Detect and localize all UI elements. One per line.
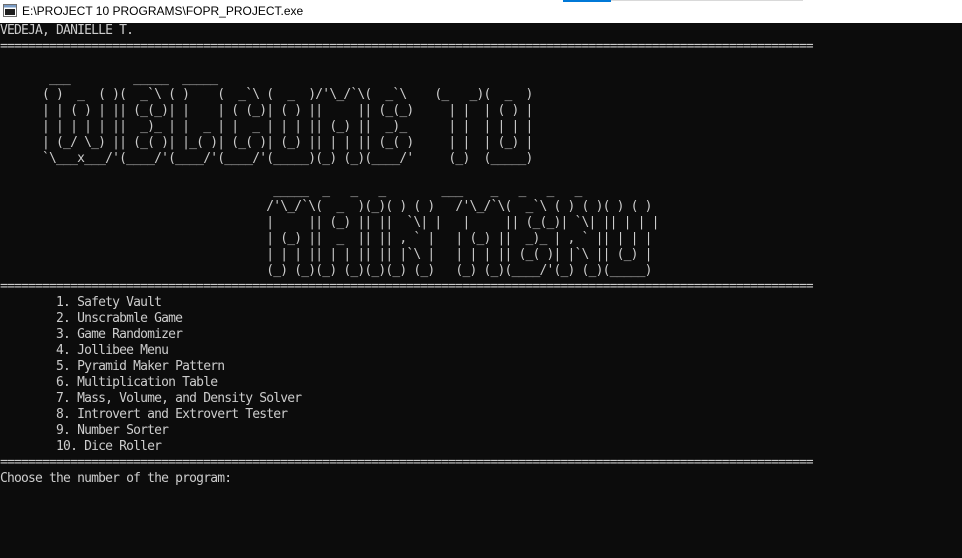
- banner-menu-line-3: | || (_) || || `\| | | || (_(_)| `\| || …: [0, 215, 659, 230]
- banner-welcome-line-4: | | | | | || _)_ | | _ | | _ | | | || (_…: [0, 119, 533, 134]
- menu-item-multiplication-table: 6. Multiplication Table: [0, 375, 218, 390]
- titlebar-accent-line: [563, 0, 611, 2]
- input-prompt-line[interactable]: Choose the number of the program:: [0, 471, 962, 487]
- input-prompt: Choose the number of the program:: [0, 471, 239, 486]
- menu-item-safety-vault: 1. Safety Vault: [0, 295, 162, 310]
- banner-welcome-line-3: | | ( ) | || (_(_)| | | ( (_)| ( ) || ||…: [0, 103, 533, 118]
- text-cursor: [238, 480, 246, 483]
- title-bar[interactable]: E:\PROJECT 10 PROGRAMS\FOPR_PROJECT.exe: [0, 0, 962, 23]
- separator-bottom: ========================================…: [0, 455, 814, 470]
- banner-welcome-line-5: | (_/ \_) || (_( )| |_( )| (_( )| (_) ||…: [0, 135, 533, 150]
- menu-item-pyramid-maker: 5. Pyramid Maker Pattern: [0, 359, 225, 374]
- author-line: VEDEJA, DANIELLE T.: [0, 23, 134, 38]
- menu-item-density-solver: 7. Mass, Volume, and Density Solver: [0, 391, 302, 406]
- banner-welcome-line-2: ( ) _ ( )( _`\ ( ) ( _`\ ( _ )/'\_/`\( _…: [0, 87, 533, 102]
- separator-top: ========================================…: [0, 39, 814, 54]
- window-title: E:\PROJECT 10 PROGRAMS\FOPR_PROJECT.exe: [22, 4, 304, 18]
- console-window: E:\PROJECT 10 PROGRAMS\FOPR_PROJECT.exe …: [0, 0, 962, 558]
- menu-item-number-sorter: 9. Number Sorter: [0, 423, 169, 438]
- menu-item-jollibee-menu: 4. Jollibee Menu: [0, 343, 169, 358]
- console-app-icon: [3, 4, 17, 17]
- console-output[interactable]: VEDEJA, DANIELLE T. =====================…: [0, 23, 962, 558]
- separator-middle: ========================================…: [0, 279, 814, 294]
- titlebar-divider: [611, 0, 803, 1]
- menu-item-introvert-tester: 8. Introvert and Extrovert Tester: [0, 407, 288, 422]
- banner-menu-line-2: /'\_/`\( _ )(_)( ) ( ) /'\_/`\( _`\ ( ) …: [0, 199, 652, 214]
- banner-menu-line-4: | (_) || _ || || , ` | | (_) || _)_ | , …: [0, 231, 652, 246]
- banner-welcome-line-1: ___ _____ _____: [0, 71, 218, 86]
- menu-item-unscramble-game: 2. Unscrabmle Game: [0, 311, 183, 326]
- banner-menu-line-1: _____ _ _ _ ___ _ _ _ _: [0, 183, 582, 198]
- banner-menu-line-5: | | | || | | || || |`\ | | | | || (_( )|…: [0, 247, 652, 262]
- banner-menu-line-6: (_) (_)(_) (_)(_)(_) (_) (_) (_)(____/'(…: [0, 263, 652, 278]
- banner-welcome-line-6: `\___x___/'(____/'(____/'(____/'(_____)(…: [0, 151, 533, 166]
- menu-item-game-randomizer: 3. Game Randomizer: [0, 327, 183, 342]
- menu-item-dice-roller: 10. Dice Roller: [0, 439, 162, 454]
